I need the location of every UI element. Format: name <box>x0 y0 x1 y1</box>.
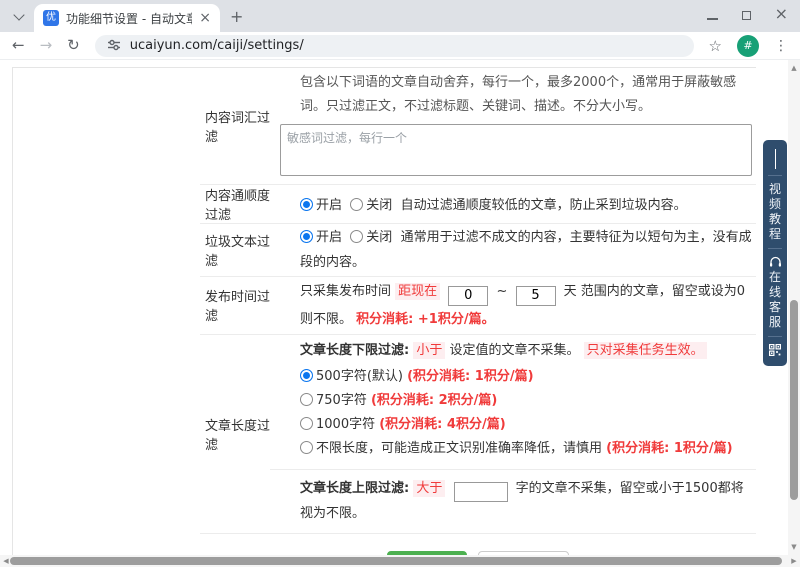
video-tutorial-tab[interactable]: 视频教程 <box>769 182 782 242</box>
scroll-right-arrow[interactable]: ▶ <box>788 555 800 567</box>
time-filter-pre-text: 只采集发布时间 <box>300 284 391 299</box>
profile-avatar[interactable]: # <box>737 35 759 57</box>
time-filter-highlight: 距现在 <box>395 283 440 300</box>
length-750-radio[interactable] <box>300 393 313 406</box>
scroll-up-arrow[interactable]: ▲ <box>788 62 800 74</box>
bookmark-star-icon[interactable]: ☆ <box>709 37 722 55</box>
length-unlimited-label[interactable]: 不限长度，可能造成正文识别准确率降低，请慎用 <box>316 441 602 456</box>
page-content: 内容词汇过滤 包含以下词语的文章自动舍弃，每行一个，最多2000个，通常用于屏蔽… <box>0 60 800 567</box>
new-tab-button[interactable]: + <box>230 7 243 26</box>
tilde-separator: ~ <box>496 284 507 299</box>
length-option-750[interactable]: 750字符 (积分消耗: 2积分/篇) <box>300 389 756 413</box>
length-unlimited-cost: (积分消耗: 1积分/篇) <box>606 441 732 456</box>
time-filter-cost: 积分消耗: +1积分/篇。 <box>356 312 494 327</box>
address-bar[interactable]: ucaiyun.com/caiji/settings/ <box>95 35 694 57</box>
maximize-icon <box>742 11 751 20</box>
junk-off-label[interactable]: 关闭 <box>366 230 392 245</box>
junk-filter-label: 垃圾文本过滤 <box>200 224 280 276</box>
horizontal-scroll-thumb[interactable] <box>10 557 782 565</box>
fluency-off-radio[interactable] <box>350 198 363 211</box>
panel-divider <box>768 175 782 176</box>
row-length-filter: 文章长度过滤 文章长度下限过滤: 小于 设定值的文章不采集。 只对采集任务生效。… <box>200 335 756 535</box>
time-filter-label: 发布时间过滤 <box>200 277 280 334</box>
tab-search-chevron-icon[interactable] <box>13 9 24 20</box>
sensitive-words-textarea[interactable] <box>280 124 752 176</box>
floating-side-panel: 视频教程 在线客服 <box>763 140 787 366</box>
url-text: ucaiyun.com/caiji/settings/ <box>130 38 304 53</box>
lower-limit-note: 只对采集任务生效。 <box>584 342 707 359</box>
length-option-1000[interactable]: 1000字符 (积分消耗: 4积分/篇) <box>300 413 756 437</box>
tab-title: 功能细节设置 - 自动文章采集器 <box>66 10 192 27</box>
time-max-input[interactable] <box>516 286 556 306</box>
window-minimize-button[interactable] <box>707 5 718 24</box>
length-500-radio[interactable] <box>300 369 313 382</box>
panel-divider <box>768 336 782 337</box>
word-filter-label: 内容词汇过滤 <box>200 68 280 184</box>
site-info-icon[interactable] <box>107 38 121 52</box>
row-word-filter: 内容词汇过滤 包含以下词语的文章自动舍弃，每行一个，最多2000个，通常用于屏蔽… <box>200 68 756 185</box>
lower-limit-mid: 设定值的文章不采集。 <box>450 343 580 358</box>
length-filter-label: 文章长度过滤 <box>200 335 280 534</box>
panel-collapse-button[interactable] <box>775 150 776 169</box>
window-close-button[interactable]: × <box>775 8 788 20</box>
length-1000-radio[interactable] <box>300 417 313 430</box>
length-750-label[interactable]: 750字符 <box>316 393 367 408</box>
length-option-500[interactable]: 500字符(默认) (积分消耗: 1积分/篇) <box>300 365 756 389</box>
upper-limit-gt: 大于 <box>413 480 445 497</box>
length-unlimited-radio[interactable] <box>300 441 313 454</box>
junk-on-label[interactable]: 开启 <box>316 230 342 245</box>
minimize-icon <box>707 18 718 20</box>
browser-navbar: ← → ↻ ucaiyun.com/caiji/settings/ ☆ # ⋮ <box>0 32 800 60</box>
back-icon[interactable]: ← <box>12 38 25 53</box>
reload-icon[interactable]: ↻ <box>67 38 80 53</box>
horizontal-scrollbar[interactable]: ◀ ▶ <box>0 555 800 567</box>
junk-off-radio[interactable] <box>350 230 363 243</box>
length-500-cost: (积分消耗: 1积分/篇) <box>407 369 533 384</box>
fluency-on-label[interactable]: 开启 <box>316 198 342 213</box>
tab-close-icon[interactable]: × <box>199 11 211 25</box>
upper-limit-title: 文章长度上限过滤: <box>300 481 409 496</box>
time-min-input[interactable] <box>448 286 488 306</box>
browser-titlebar: 优 功能细节设置 - 自动文章采集器 × + × <box>0 0 800 32</box>
qr-code-icon[interactable] <box>769 344 781 356</box>
length-750-cost: (积分消耗: 2积分/篇) <box>371 393 497 408</box>
length-500-label[interactable]: 500字符(默认) <box>316 369 403 384</box>
fluency-filter-label: 内容通顺度过滤 <box>200 185 280 223</box>
lower-limit-title: 文章长度下限过滤: <box>300 343 409 358</box>
row-junk-filter: 垃圾文本过滤 开启 关闭 通常用于过滤不成文的内容，主要特征为以短句为主，没有成… <box>200 224 756 277</box>
content-card-border-left <box>12 67 13 555</box>
word-filter-description: 包含以下词语的文章自动舍弃，每行一个，最多2000个，通常用于屏蔽敏感词。只过滤… <box>300 71 756 119</box>
chevron-up-icon <box>775 149 776 169</box>
browser-menu-icon[interactable]: ⋮ <box>774 38 788 54</box>
fluency-filter-description: 自动过滤通顺度较低的文章，防止采到垃圾内容。 <box>401 198 687 213</box>
window-maximize-button[interactable] <box>742 5 751 24</box>
site-favicon: 优 <box>43 10 59 26</box>
junk-on-radio[interactable] <box>300 230 313 243</box>
length-option-unlimited[interactable]: 不限长度，可能造成正文识别准确率降低，请慎用 (积分消耗: 1积分/篇) <box>300 437 756 461</box>
row-fluency-filter: 内容通顺度过滤 开启 关闭 自动过滤通顺度较低的文章，防止采到垃圾内容。 <box>200 185 756 224</box>
headset-icon <box>769 256 782 268</box>
length-1000-label[interactable]: 1000字符 <box>316 417 375 432</box>
fluency-on-radio[interactable] <box>300 198 313 211</box>
browser-tab[interactable]: 优 功能细节设置 - 自动文章采集器 × <box>34 4 220 32</box>
vertical-scrollbar[interactable]: ▲ ▼ <box>788 60 800 555</box>
fluency-off-label[interactable]: 关闭 <box>366 198 392 213</box>
settings-table: 内容词汇过滤 包含以下词语的文章自动舍弃，每行一个，最多2000个，通常用于屏蔽… <box>200 68 756 567</box>
upper-limit-input[interactable] <box>454 482 508 502</box>
online-service-tab[interactable]: 在线客服 <box>769 270 782 330</box>
row-time-filter: 发布时间过滤 只采集发布时间 距现在 ~ 天 范围内的文章，留空或设为0则不限。… <box>200 277 756 335</box>
lower-limit-lt: 小于 <box>413 342 445 359</box>
panel-divider <box>768 248 782 249</box>
length-1000-cost: (积分消耗: 4积分/篇) <box>379 417 505 432</box>
vertical-scroll-thumb[interactable] <box>790 300 798 500</box>
forward-icon[interactable]: → <box>40 38 53 53</box>
scroll-down-arrow[interactable]: ▼ <box>788 541 800 553</box>
